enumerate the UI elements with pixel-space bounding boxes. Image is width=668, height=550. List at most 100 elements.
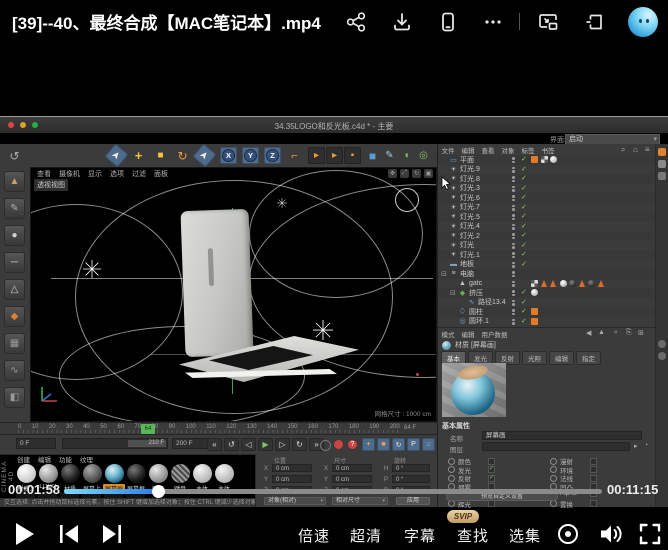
play-button[interactable] bbox=[14, 522, 36, 546]
speed-button[interactable]: 倍速 bbox=[298, 525, 330, 546]
play-forward-button: ▶ bbox=[258, 438, 273, 451]
search-button[interactable]: 查找 bbox=[457, 525, 489, 546]
record-options-icon: ? bbox=[348, 440, 357, 449]
material-manager-menu: 创建编辑功能纹理 bbox=[13, 454, 255, 463]
quality-button[interactable]: 超清 bbox=[350, 525, 382, 546]
channel-checkbox bbox=[590, 475, 597, 482]
object-name: 灯光.5 bbox=[460, 212, 480, 222]
progress-bar[interactable] bbox=[64, 489, 602, 494]
next-frame-button: ▷ bbox=[275, 438, 290, 451]
object-manager-menu-item: 文件 bbox=[438, 145, 458, 155]
coordinates-panel: 位置尺寸旋转X0 cmX0 cmH0 °Y0 cmY0 cmP0 °Z0 cmZ… bbox=[255, 454, 437, 507]
list-icon: ≡ bbox=[645, 145, 650, 154]
visibility-dots-icon bbox=[512, 262, 515, 269]
light-sparkle-icon bbox=[83, 260, 101, 278]
attribute-menu-item: 模式 bbox=[438, 329, 458, 339]
axis-letter: Y bbox=[244, 149, 257, 162]
viewport-rotate-icon: ↻ bbox=[412, 169, 421, 178]
layer-field bbox=[482, 442, 630, 451]
material-sphere bbox=[61, 464, 80, 483]
object-name: 路径13.4 bbox=[478, 297, 506, 307]
visibility-dots-icon bbox=[512, 157, 515, 164]
coordinate-value-field: 0 cm bbox=[332, 464, 372, 472]
light-object-icon: ☀ bbox=[449, 232, 458, 239]
channel-checkbox bbox=[590, 458, 597, 465]
object-name: 灯光.4 bbox=[460, 221, 480, 231]
video-player-window: [39]--40、最终合成【MAC笔记本】.mp4 bbox=[0, 0, 668, 550]
select-tool-icon: ➤ bbox=[105, 144, 129, 168]
screen-reflection bbox=[208, 248, 214, 286]
material-sphere bbox=[105, 464, 124, 483]
video-surface[interactable]: 34.35LOGO和反光板.c4d * - 主要 文件编辑创建选择工具网格捕捉动… bbox=[0, 44, 668, 481]
visibility-dots-icon bbox=[512, 300, 515, 307]
coordinate-value-field: 0 ° bbox=[392, 464, 430, 472]
coordinate-axis-label: X bbox=[264, 466, 268, 472]
object-row: ⊟◆挤压✓ bbox=[438, 288, 656, 298]
mini-window-icon[interactable] bbox=[583, 11, 605, 33]
user-avatar[interactable] bbox=[628, 7, 658, 37]
viewport-zoom-icon: ⤢ bbox=[400, 169, 409, 178]
channel-checkbox bbox=[488, 500, 495, 507]
layer-browse-icon: ▸ bbox=[634, 442, 638, 450]
channel-radio-icon bbox=[550, 500, 557, 507]
channel-label: 置换 bbox=[560, 499, 590, 509]
material-sphere bbox=[39, 464, 58, 483]
object-row: ☀灯光.3✓ bbox=[438, 184, 656, 194]
object-row: ☀灯光.6✓ bbox=[438, 193, 656, 203]
volume-button[interactable] bbox=[598, 522, 624, 546]
share-icon[interactable] bbox=[345, 11, 367, 33]
record-button[interactable] bbox=[556, 522, 580, 546]
viewport-pan-icon: ✥ bbox=[388, 169, 397, 178]
object-row: ☀灯光.5✓ bbox=[438, 212, 656, 222]
svip-badge: SVIP bbox=[447, 510, 479, 523]
enabled-check-icon: ✓ bbox=[521, 212, 527, 220]
visibility-dots-icon bbox=[512, 319, 515, 326]
tri-tag-icon bbox=[541, 280, 548, 287]
download-icon[interactable] bbox=[391, 11, 413, 33]
attribute-tab: 光照 bbox=[522, 351, 547, 365]
key-rotation-icon: ↻ bbox=[392, 438, 405, 451]
expand-toggle-icon: ⊟ bbox=[450, 289, 458, 297]
ring-object-icon: ◎ bbox=[458, 317, 467, 325]
right-icon-strip bbox=[655, 144, 668, 507]
channel-radio-icon bbox=[550, 475, 557, 482]
material-menu-item: 编辑 bbox=[34, 454, 55, 464]
enabled-check-icon: ✓ bbox=[521, 288, 527, 296]
subtitle-button[interactable]: 字幕 bbox=[404, 525, 436, 546]
mobile-device-icon[interactable] bbox=[437, 11, 459, 33]
object-name: 灯光.2 bbox=[460, 231, 480, 241]
mouse-cursor bbox=[441, 176, 452, 190]
visibility-dots-icon bbox=[512, 205, 515, 212]
more-options-icon[interactable] bbox=[482, 11, 504, 33]
object-name: 圆环.1 bbox=[469, 316, 489, 326]
orange-tag-icon bbox=[531, 308, 538, 315]
c4d-mode-toolbar: ▲✎●─△◆▦∿◧ bbox=[0, 167, 31, 422]
fullscreen-button[interactable] bbox=[638, 522, 662, 546]
material-sphere bbox=[149, 464, 168, 483]
previous-episode-button[interactable] bbox=[57, 523, 81, 545]
light-object-icon: ☀ bbox=[449, 251, 458, 258]
channel-radio-icon bbox=[550, 458, 557, 465]
picture-in-picture-icon[interactable] bbox=[536, 11, 558, 33]
object-row: ⬯圆柱✓ bbox=[438, 307, 656, 317]
object-name: 灯光.8 bbox=[460, 174, 480, 184]
object-manager-menu-item: 编辑 bbox=[458, 145, 478, 155]
loop-button: ↺ bbox=[224, 438, 239, 451]
visibility-dots-icon bbox=[512, 195, 515, 202]
tri-tag-icon bbox=[550, 280, 557, 287]
strip-icon bbox=[658, 340, 666, 348]
next-episode-button[interactable] bbox=[100, 523, 124, 545]
timeline-ruler: 0102030405060708090100110120130140150160… bbox=[0, 422, 437, 435]
go-to-start-button: « bbox=[207, 438, 222, 451]
coordinate-axis-label: H bbox=[384, 466, 388, 472]
tri-tag-icon bbox=[579, 280, 586, 287]
key-scale-icon: ■ bbox=[377, 438, 390, 451]
episodes-button[interactable]: 选集 bbox=[509, 525, 541, 546]
coordinate-value-field: 0 cm bbox=[272, 475, 312, 483]
axis-marker bbox=[416, 373, 419, 376]
total-time: 00:11:15 bbox=[607, 482, 658, 497]
viewport-menu: 查看摄像机显示选项过滤面板 bbox=[33, 169, 172, 179]
up-arrow-icon: ▲ bbox=[598, 329, 605, 336]
avatar-eye bbox=[639, 19, 642, 23]
object-row: ⊟≡电脑 bbox=[438, 269, 656, 279]
